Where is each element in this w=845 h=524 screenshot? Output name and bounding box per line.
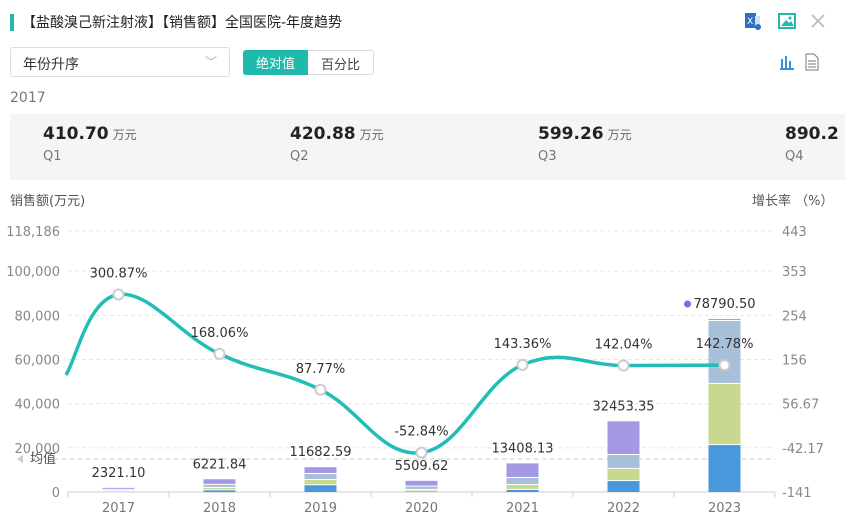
y-tick-label: 0 (52, 486, 60, 501)
total-label: 5509.62 (395, 459, 449, 474)
growth-label: 300.87% (90, 267, 148, 282)
y2-tick-label: -141 (782, 486, 812, 501)
bar-q2 (304, 479, 337, 485)
growth-label: 143.36% (494, 337, 552, 352)
bar-q1 (506, 489, 539, 492)
bar-q2 (405, 489, 438, 491)
y2-tick-label: 56.67 (782, 398, 819, 413)
bar-q1 (607, 481, 640, 492)
growth-label: 142.04% (595, 338, 653, 353)
y2-tick-label: 156 (782, 353, 807, 368)
bar-q4 (607, 421, 640, 455)
x-tick-label: 2021 (506, 501, 539, 516)
bar-q1 (708, 445, 741, 492)
y-tick-label: 118,186 (6, 225, 60, 240)
bar-q2 (203, 487, 236, 490)
bar-q4 (203, 479, 236, 484)
bar-q2 (607, 468, 640, 481)
bar-q4 (506, 463, 539, 477)
x-tick-label: 2023 (708, 501, 741, 516)
mean-label: 均值 (30, 451, 56, 467)
growth-label: 168.06% (191, 326, 249, 341)
bar-q1 (203, 490, 236, 492)
total-label: 6221.84 (193, 457, 247, 472)
growth-label: 87.77% (296, 362, 346, 377)
y-tick-label: 40,000 (15, 398, 61, 413)
growth-point (415, 446, 428, 459)
growth-point (516, 358, 529, 371)
y2-tick-label: 443 (782, 225, 807, 240)
bar-q1 (405, 491, 438, 492)
x-tick-label: 2018 (203, 501, 236, 516)
growth-point (617, 359, 630, 372)
bar-q3 (203, 484, 236, 487)
growth-label: -52.84% (394, 425, 448, 440)
y-tick-label: 60,000 (15, 353, 61, 368)
bar-q3 (405, 486, 438, 489)
bar-q4 (405, 480, 438, 486)
total-label: 13408.13 (491, 441, 553, 456)
y2-tick-label: -42.17 (782, 442, 824, 457)
bar-q3 (506, 477, 539, 485)
growth-point (213, 347, 226, 360)
y2-tick-label: 254 (782, 309, 807, 324)
x-tick-label: 2017 (102, 501, 135, 516)
bar-q4 (102, 487, 135, 489)
bar-q4 (304, 467, 337, 474)
x-tick-label: 2020 (405, 501, 438, 516)
bar-q1 (304, 485, 337, 492)
x-tick-label: 2022 (607, 501, 640, 516)
bar-q2 (708, 383, 741, 445)
growth-point (314, 383, 327, 396)
chart: 020,00040,00060,00080,000100,000118,186-… (6, 225, 824, 516)
bar-q3 (607, 455, 640, 468)
bar-q3 (304, 474, 337, 479)
growth-point (718, 359, 731, 372)
y2-tick-label: 353 (782, 265, 807, 280)
x-tick-label: 2019 (304, 501, 337, 516)
growth-point (112, 288, 125, 301)
y-tick-label: 100,000 (6, 265, 60, 280)
y-tick-label: 80,000 (15, 309, 61, 324)
total-label: 32453.35 (592, 399, 654, 414)
bar-q4 (708, 319, 741, 320)
total-label: 11682.59 (289, 445, 351, 460)
growth-label: 142.78% (696, 337, 754, 352)
total-dot (684, 300, 691, 308)
bar-q2 (506, 485, 539, 489)
total-label: 2321.10 (92, 466, 146, 481)
total-label: 78790.50 (693, 297, 755, 312)
